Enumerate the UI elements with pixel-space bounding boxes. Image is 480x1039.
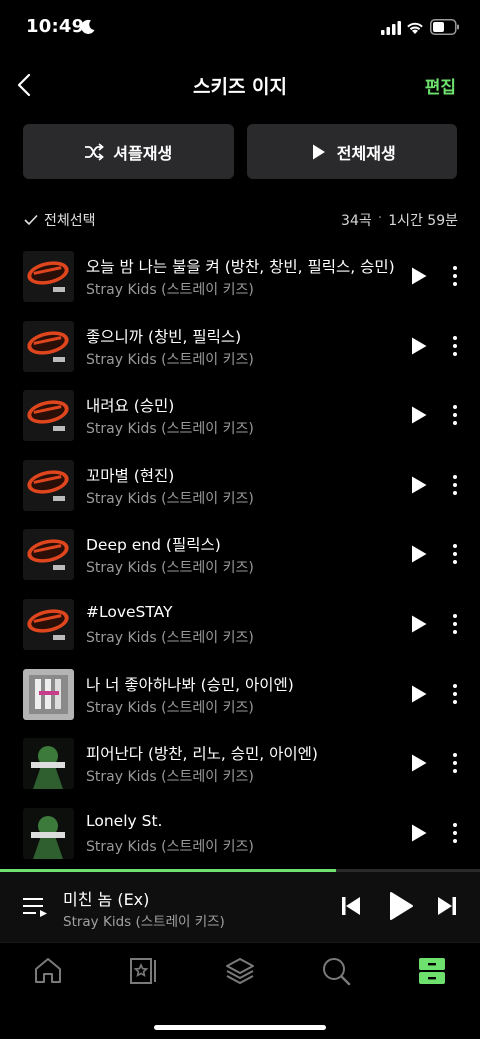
track-row[interactable]: Deep end (필릭스) Stray Kids (스트레이 키즈) [0, 518, 480, 588]
track-row[interactable]: 나 너 좋아하나봐 (승민, 아이엔) Stray Kids (스트레이 키즈) [0, 658, 480, 728]
battery-icon [430, 19, 459, 35]
album-art [23, 807, 74, 859]
play-track-icon[interactable] [410, 336, 428, 356]
playlist-summary: 34곡 · 1시간 59분 [341, 210, 458, 230]
track-title: Deep end (필릭스) [86, 536, 221, 555]
now-playing-artist: Stray Kids (스트레이 키즈) [63, 914, 225, 930]
tab-home[interactable] [32, 955, 64, 987]
play-all-label: 전체재생 [336, 143, 396, 163]
track-artist: Stray Kids (스트레이 키즈) [86, 560, 254, 577]
status-bar: 10:49 [0, 0, 480, 56]
track-row[interactable]: #LoveSTAY Stray Kids (스트레이 키즈) [0, 588, 480, 658]
playlist-title: 스키즈 이지 [192, 76, 287, 98]
status-time: 10:49 [26, 16, 85, 37]
play-track-icon[interactable] [410, 753, 428, 773]
track-row[interactable]: 좋으니까 (창빈, 필릭스) Stray Kids (스트레이 키즈) [0, 310, 480, 380]
layers-icon [226, 958, 254, 984]
track-artist: Stray Kids (스트레이 키즈) [86, 421, 254, 438]
more-options-icon[interactable] [447, 404, 463, 426]
album-art [23, 738, 74, 790]
track-row[interactable]: 피어난다 (방찬, 리노, 승민, 아이엔) Stray Kids (스트레이 키… [0, 727, 480, 797]
more-options-icon[interactable] [447, 265, 463, 287]
more-options-icon[interactable] [447, 822, 463, 844]
tab-search[interactable] [320, 955, 352, 987]
album-art [23, 390, 74, 442]
cellular-signal-icon [381, 21, 401, 35]
play-track-icon[interactable] [410, 544, 428, 564]
track-row[interactable]: Lonely St. Stray Kids (스트레이 키즈) [0, 797, 480, 867]
track-artist: Stray Kids (스트레이 키즈) [86, 282, 254, 298]
moon-icon [81, 19, 95, 34]
action-row: 셔플재생 전체재생 [23, 124, 457, 179]
summary-separator: · [377, 210, 383, 226]
shuffle-icon [85, 142, 105, 161]
queue-list-icon[interactable] [22, 894, 48, 920]
home-indicator [154, 1025, 326, 1030]
play-track-icon[interactable] [410, 684, 428, 704]
play-all-button[interactable]: 전체재생 [246, 124, 457, 179]
nav-bar: 스키즈 이지 편집 [0, 56, 480, 112]
track-artist: Stray Kids (스트레이 키즈) [86, 490, 254, 507]
album-art [23, 668, 74, 720]
select-all-label: 전체선택 [44, 213, 96, 229]
play-track-icon[interactable] [410, 405, 428, 425]
mini-player[interactable]: 미친 놈 (Ex) Stray Kids (스트레이 키즈) [0, 872, 480, 942]
star-book-icon [130, 958, 156, 984]
play-track-icon[interactable] [410, 823, 428, 843]
track-row[interactable]: 오늘 밤 나는 불을 켜 (방찬, 창빈, 필릭스, 승민) Stray Kids… [0, 240, 480, 310]
checkmark-icon [24, 214, 38, 226]
album-art [23, 320, 74, 372]
more-options-icon[interactable] [447, 543, 463, 565]
tab-browse[interactable] [224, 955, 256, 987]
more-options-icon[interactable] [447, 335, 463, 357]
track-row[interactable]: 꼬마별 (현진) Stray Kids (스트레이 키즈) [0, 449, 480, 519]
album-art [23, 459, 74, 511]
select-all-toggle[interactable]: 전체선택 [24, 210, 96, 230]
now-playing-title: 미친 놈 (Ex) [63, 890, 150, 909]
track-title: #LoveSTAY [86, 602, 173, 621]
track-title: 피어난다 (방찬, 리노, 승민, 아이엔) [86, 745, 318, 764]
track-artist: Stray Kids (스트레이 키즈) [86, 838, 254, 855]
album-art [23, 251, 74, 302]
track-row[interactable]: 내려요 (승민) Stray Kids (스트레이 키즈) [0, 379, 480, 449]
play-track-icon[interactable] [410, 266, 428, 286]
tab-bar [0, 942, 480, 1039]
play-pause-icon[interactable] [388, 891, 414, 921]
play-track-icon[interactable] [410, 614, 428, 634]
track-list: 오늘 밤 나는 불을 켜 (방찬, 창빈, 필릭스, 승민) Stray Kids… [0, 240, 480, 866]
more-options-icon[interactable] [447, 683, 463, 705]
track-title: 내려요 (승민) [86, 397, 175, 416]
edit-button[interactable]: 편집 [425, 73, 456, 98]
previous-track-icon[interactable] [340, 895, 362, 917]
total-duration: 1시간 59분 [388, 213, 458, 229]
home-icon [35, 958, 61, 983]
library-icon [419, 958, 445, 984]
wifi-icon [407, 22, 423, 34]
more-options-icon[interactable] [447, 613, 463, 635]
more-options-icon[interactable] [447, 474, 463, 496]
track-artist: Stray Kids (스트레이 키즈) [86, 351, 254, 368]
track-title: Lonely St. [86, 811, 163, 830]
track-artist: Stray Kids (스트레이 키즈) [86, 769, 254, 786]
track-title: 오늘 밤 나는 불을 켜 (방찬, 창빈, 필릭스, 승민) [86, 258, 395, 276]
list-header: 전체선택 34곡 · 1시간 59분 [24, 206, 458, 234]
next-track-icon[interactable] [436, 895, 458, 917]
track-title: 나 너 좋아하나봐 (승민, 아이엔) [86, 675, 294, 694]
track-title: 좋으니까 (창빈, 필릭스) [86, 327, 242, 346]
track-title: 꼬마별 (현진) [86, 466, 175, 485]
album-art [23, 529, 74, 581]
album-art [23, 598, 74, 650]
track-count: 34곡 [341, 213, 372, 229]
shuffle-play-button[interactable]: 셔플재생 [23, 124, 234, 179]
search-icon [323, 958, 351, 986]
tab-storage[interactable] [128, 955, 160, 987]
play-icon [312, 144, 325, 159]
track-artist: Stray Kids (스트레이 키즈) [86, 629, 254, 646]
shuffle-play-label: 셔플재생 [113, 143, 173, 163]
play-track-icon[interactable] [410, 475, 428, 495]
more-options-icon[interactable] [447, 752, 463, 774]
tab-library[interactable] [416, 955, 448, 987]
track-artist: Stray Kids (스트레이 키즈) [86, 699, 254, 716]
